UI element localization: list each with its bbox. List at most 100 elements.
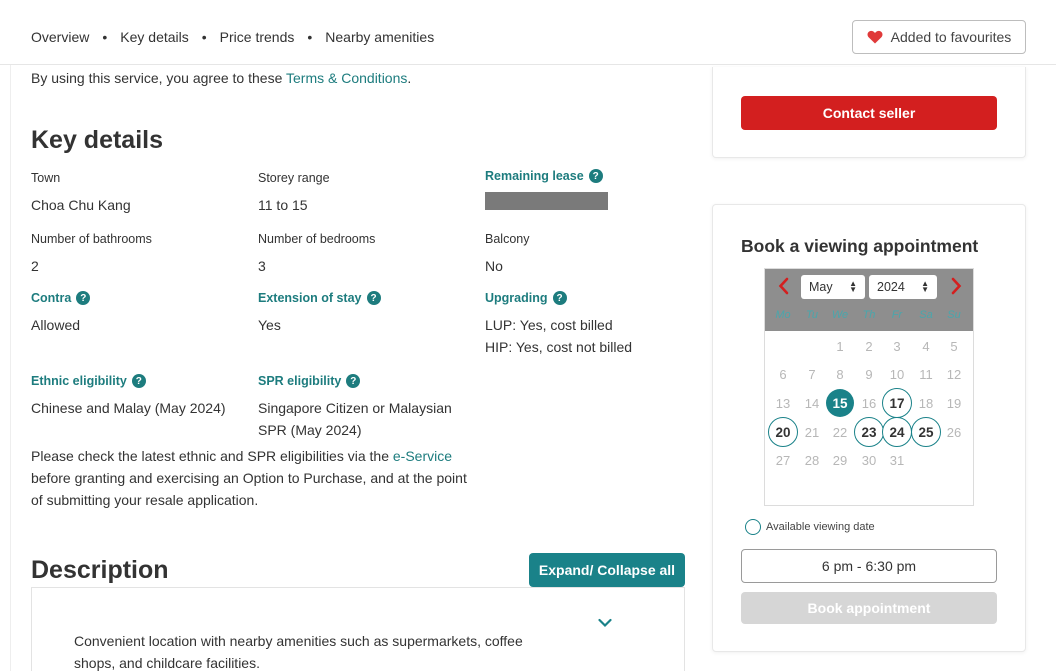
help-icon[interactable]: ? [552,291,567,305]
calendar-day-available[interactable]: 20 [768,417,798,448]
field-label: Upgrading ? [485,291,632,305]
field-bedrooms: Number of bedrooms 3 [258,232,375,277]
calendar-day: 2 [865,338,873,354]
calendar-day-available[interactable]: 17 [882,388,912,419]
field-spr-eligibility: SPR eligibility ? Singapore Citizen or M… [258,374,452,441]
chevron-down-icon[interactable] [598,618,612,628]
contact-seller-button[interactable]: Contact seller [741,96,997,130]
nav-price-trends[interactable]: Price trends [220,29,295,45]
field-value: Allowed [31,317,81,333]
calendar: May ▲ ▼ 2024 ▲ ▼ Mo Tu We Th Fr Sa Su 1 2 3 4 5 6 7 8 9 10… [764,268,974,506]
remaining-lease-label: Remaining lease [485,169,584,183]
nav-key-details[interactable]: Key details [120,29,188,45]
field-contra: Contra ? Allowed [31,291,91,336]
calendar-day: 5 [950,338,958,354]
nav-nearby-amenities[interactable]: Nearby amenities [325,29,434,45]
heart-icon [867,30,883,44]
section-links: Overview • Key details • Price trends • … [31,29,434,45]
sort-arrows-icon: ▲ ▼ [921,279,929,294]
field-balcony: Balcony No [485,232,529,277]
calendar-header: May ▲ ▼ 2024 ▲ ▼ [765,269,973,331]
year-select[interactable]: 2024 ▲ ▼ [869,275,937,299]
help-icon[interactable]: ? [366,291,381,305]
calendar-day: 13 [775,395,791,411]
weekday-label: Fr [891,309,903,321]
upgrading-label: Upgrading [485,291,548,305]
calendar-day-available[interactable]: 23 [854,417,884,448]
terms-suffix: . [407,70,412,86]
chevron-left-icon[interactable] [777,277,791,295]
calendar-day: 19 [946,395,962,411]
calendar-day: 26 [946,424,962,440]
calendar-day: 14 [804,395,820,411]
calendar-day: 4 [922,338,930,354]
description-card[interactable]: Convenient location with nearby amenitie… [31,587,685,671]
note-prefix: Please check the latest ethnic and SPR e… [31,448,393,464]
calendar-day: 10 [889,367,905,383]
help-icon[interactable]: ? [131,374,146,388]
favourite-label: Added to favourites [890,29,1012,45]
expand-collapse-button[interactable]: Expand/ Collapse all [529,553,685,587]
calendar-day: 16 [861,395,877,411]
description-text: Convenient location with nearby amenitie… [74,633,523,671]
eligibility-note: Please check the latest ethnic and SPR e… [31,445,471,511]
nav-separator: • [307,29,313,45]
calendar-day: 31 [889,453,905,469]
field-upgrading: Upgrading ? LUP: Yes, cost billed HIP: Y… [485,291,632,358]
calendar-day: 1 [836,338,844,354]
field-label: Number of bathrooms [31,232,152,246]
field-label: SPR eligibility ? [258,374,452,388]
legend-label: Available viewing date [766,521,875,533]
field-value: Choa Chu Kang [31,197,131,213]
help-icon[interactable]: ? [346,374,361,388]
calendar-day: 28 [804,453,820,469]
key-details-title: Key details [31,126,164,154]
weekday-label: Su [947,309,961,321]
field-value: HIP: Yes, cost not billed [485,339,633,355]
field-label: Storey range [258,171,330,185]
field-storey-range: Storey range 11 to 15 [258,171,330,216]
calendar-day: 9 [865,367,873,383]
field-extension-of-stay: Extension of stay ? Yes [258,291,381,336]
nav-separator: • [201,29,207,45]
nav-overview[interactable]: Overview [31,29,89,45]
nav-separator: • [102,29,108,45]
help-icon[interactable]: ? [76,291,91,305]
spr-label: SPR eligibility [258,374,342,388]
calendar-day: 18 [918,395,934,411]
field-label: Extension of stay ? [258,291,381,305]
calendar-day-available[interactable]: 24 [882,417,912,448]
year-value: 2024 [877,280,905,294]
weekday-label: Th [862,309,876,321]
extension-label: Extension of stay [258,291,362,305]
description-title: Description [31,556,169,584]
calendar-day-available[interactable]: 25 [911,417,941,448]
calendar-day: 22 [832,424,848,440]
contra-label: Contra [31,291,72,305]
help-icon[interactable]: ? [588,169,603,183]
field-value: Chinese and Malay (May 2024) [31,400,226,416]
top-nav: Overview • Key details • Price trends • … [0,0,1056,65]
calendar-day-selected[interactable]: 15 [826,389,854,418]
weekday-label: Tu [805,309,819,321]
field-remaining-lease: Remaining lease ? [485,169,608,210]
time-slot-field[interactable]: 6 pm - 6:30 pm [741,549,997,583]
weekday-label: We [831,309,849,321]
calendar-day: 27 [775,453,791,469]
month-value: May [809,280,833,294]
favourite-button[interactable]: Added to favourites [852,20,1026,54]
field-value: No [485,258,503,274]
terms-link[interactable]: Terms & Conditions [286,70,407,86]
calendar-day: 7 [808,367,816,383]
field-label: Town [31,171,61,185]
calendar-day: 12 [946,367,962,383]
calendar-day: 30 [861,453,877,469]
eservice-link[interactable]: e-Service [393,448,452,464]
booking-title: Book a viewing appointment [741,236,979,256]
month-select[interactable]: May ▲ ▼ [801,275,865,299]
book-appointment-button[interactable]: Book appointment [741,592,997,624]
field-value: LUP: Yes, cost billed [485,317,613,333]
sort-arrows-icon: ▲ ▼ [849,279,857,294]
chevron-right-icon[interactable] [949,277,963,295]
field-label: Contra ? [31,291,91,305]
